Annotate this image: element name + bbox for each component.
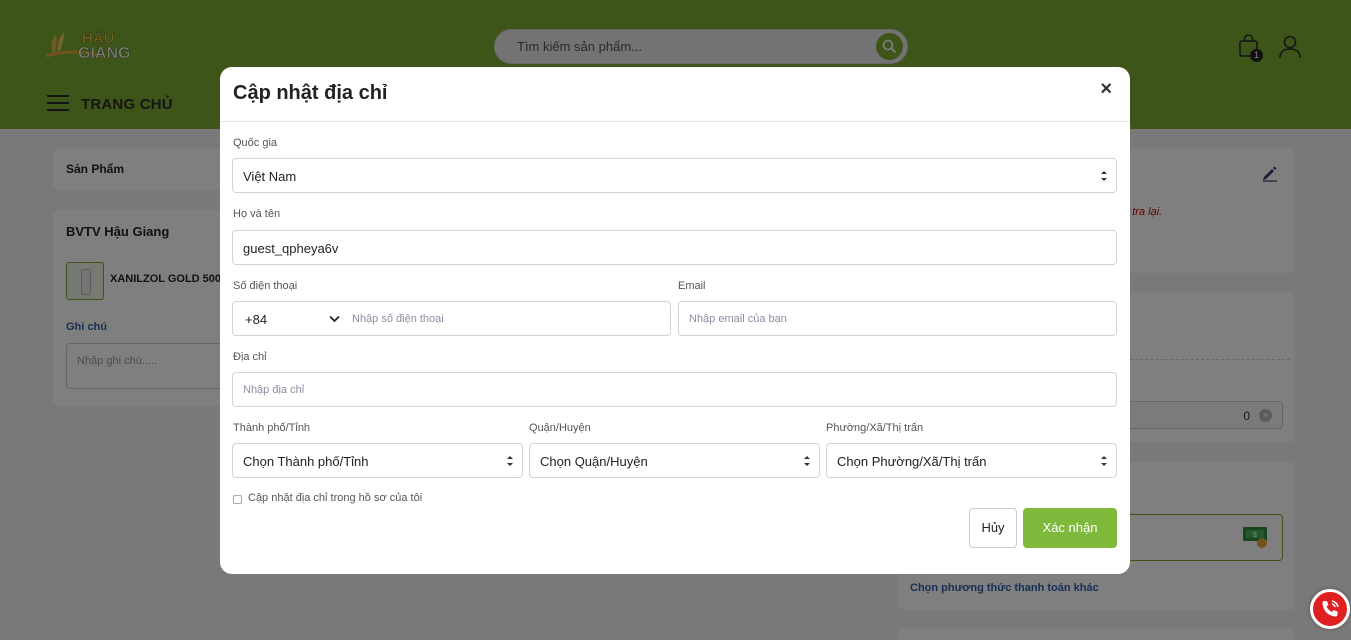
city-label: Thành phố/Tỉnh [233, 422, 311, 434]
dialog-title: Cập nhật địa chỉ [233, 82, 388, 104]
email-label: Email [678, 280, 706, 292]
cancel-button[interactable]: Hủy [969, 508, 1017, 548]
fullname-value: guest_qpheya6v [243, 241, 339, 256]
district-label: Quận/Huyện [529, 422, 591, 434]
close-icon[interactable]: × [1100, 79, 1112, 99]
select-arrows-icon [1101, 171, 1107, 181]
ward-select[interactable]: Chọn Phường/Xã/Thị trấn [826, 443, 1117, 478]
email-input[interactable]: Nhập email của bạn [678, 301, 1117, 336]
update-profile-label[interactable]: Cập nhật địa chỉ trong hồ sơ của tôi [248, 492, 422, 504]
select-arrows-icon [1101, 456, 1107, 466]
country-select[interactable]: Việt Nam [232, 158, 1117, 193]
email-placeholder: Nhập email của bạn [689, 313, 787, 325]
call-button[interactable] [1310, 589, 1350, 629]
district-value: Chọn Quận/Huyện [540, 454, 648, 469]
phone-field: +84 Nhập số điện thoại [232, 301, 671, 336]
dialog-header: Cập nhật địa chỉ × [220, 67, 1130, 122]
address-input[interactable]: Nhập địa chỉ [232, 372, 1117, 407]
chevron-down-icon[interactable] [329, 315, 340, 323]
update-profile-checkbox[interactable] [233, 495, 242, 504]
ward-label: Phường/Xã/Thị trấn [826, 422, 924, 434]
city-value: Chọn Thành phố/Tỉnh [243, 454, 369, 469]
select-arrows-icon [804, 456, 810, 466]
address-label: Địa chỉ [233, 351, 267, 363]
update-address-dialog: Cập nhật địa chỉ × Quốc gia Việt Nam Họ … [220, 67, 1130, 574]
city-select[interactable]: Chọn Thành phố/Tỉnh [232, 443, 523, 478]
country-label: Quốc gia [233, 137, 278, 149]
district-select[interactable]: Chọn Quận/Huyện [529, 443, 820, 478]
fullname-input[interactable]: guest_qpheya6v [232, 230, 1117, 265]
phone-icon [1322, 600, 1339, 617]
select-arrows-icon [507, 456, 513, 466]
country-value: Việt Nam [243, 169, 297, 184]
phone-label: Số điện thoại [233, 280, 298, 292]
address-placeholder: Nhập địa chỉ [243, 384, 305, 396]
fullname-label: Họ và tên [233, 208, 281, 220]
phone-input[interactable]: Nhập số điện thoại [352, 313, 444, 325]
ward-value: Chọn Phường/Xã/Thị trấn [837, 454, 987, 469]
confirm-button[interactable]: Xác nhận [1023, 508, 1117, 548]
country-code-select[interactable]: +84 [245, 312, 267, 327]
